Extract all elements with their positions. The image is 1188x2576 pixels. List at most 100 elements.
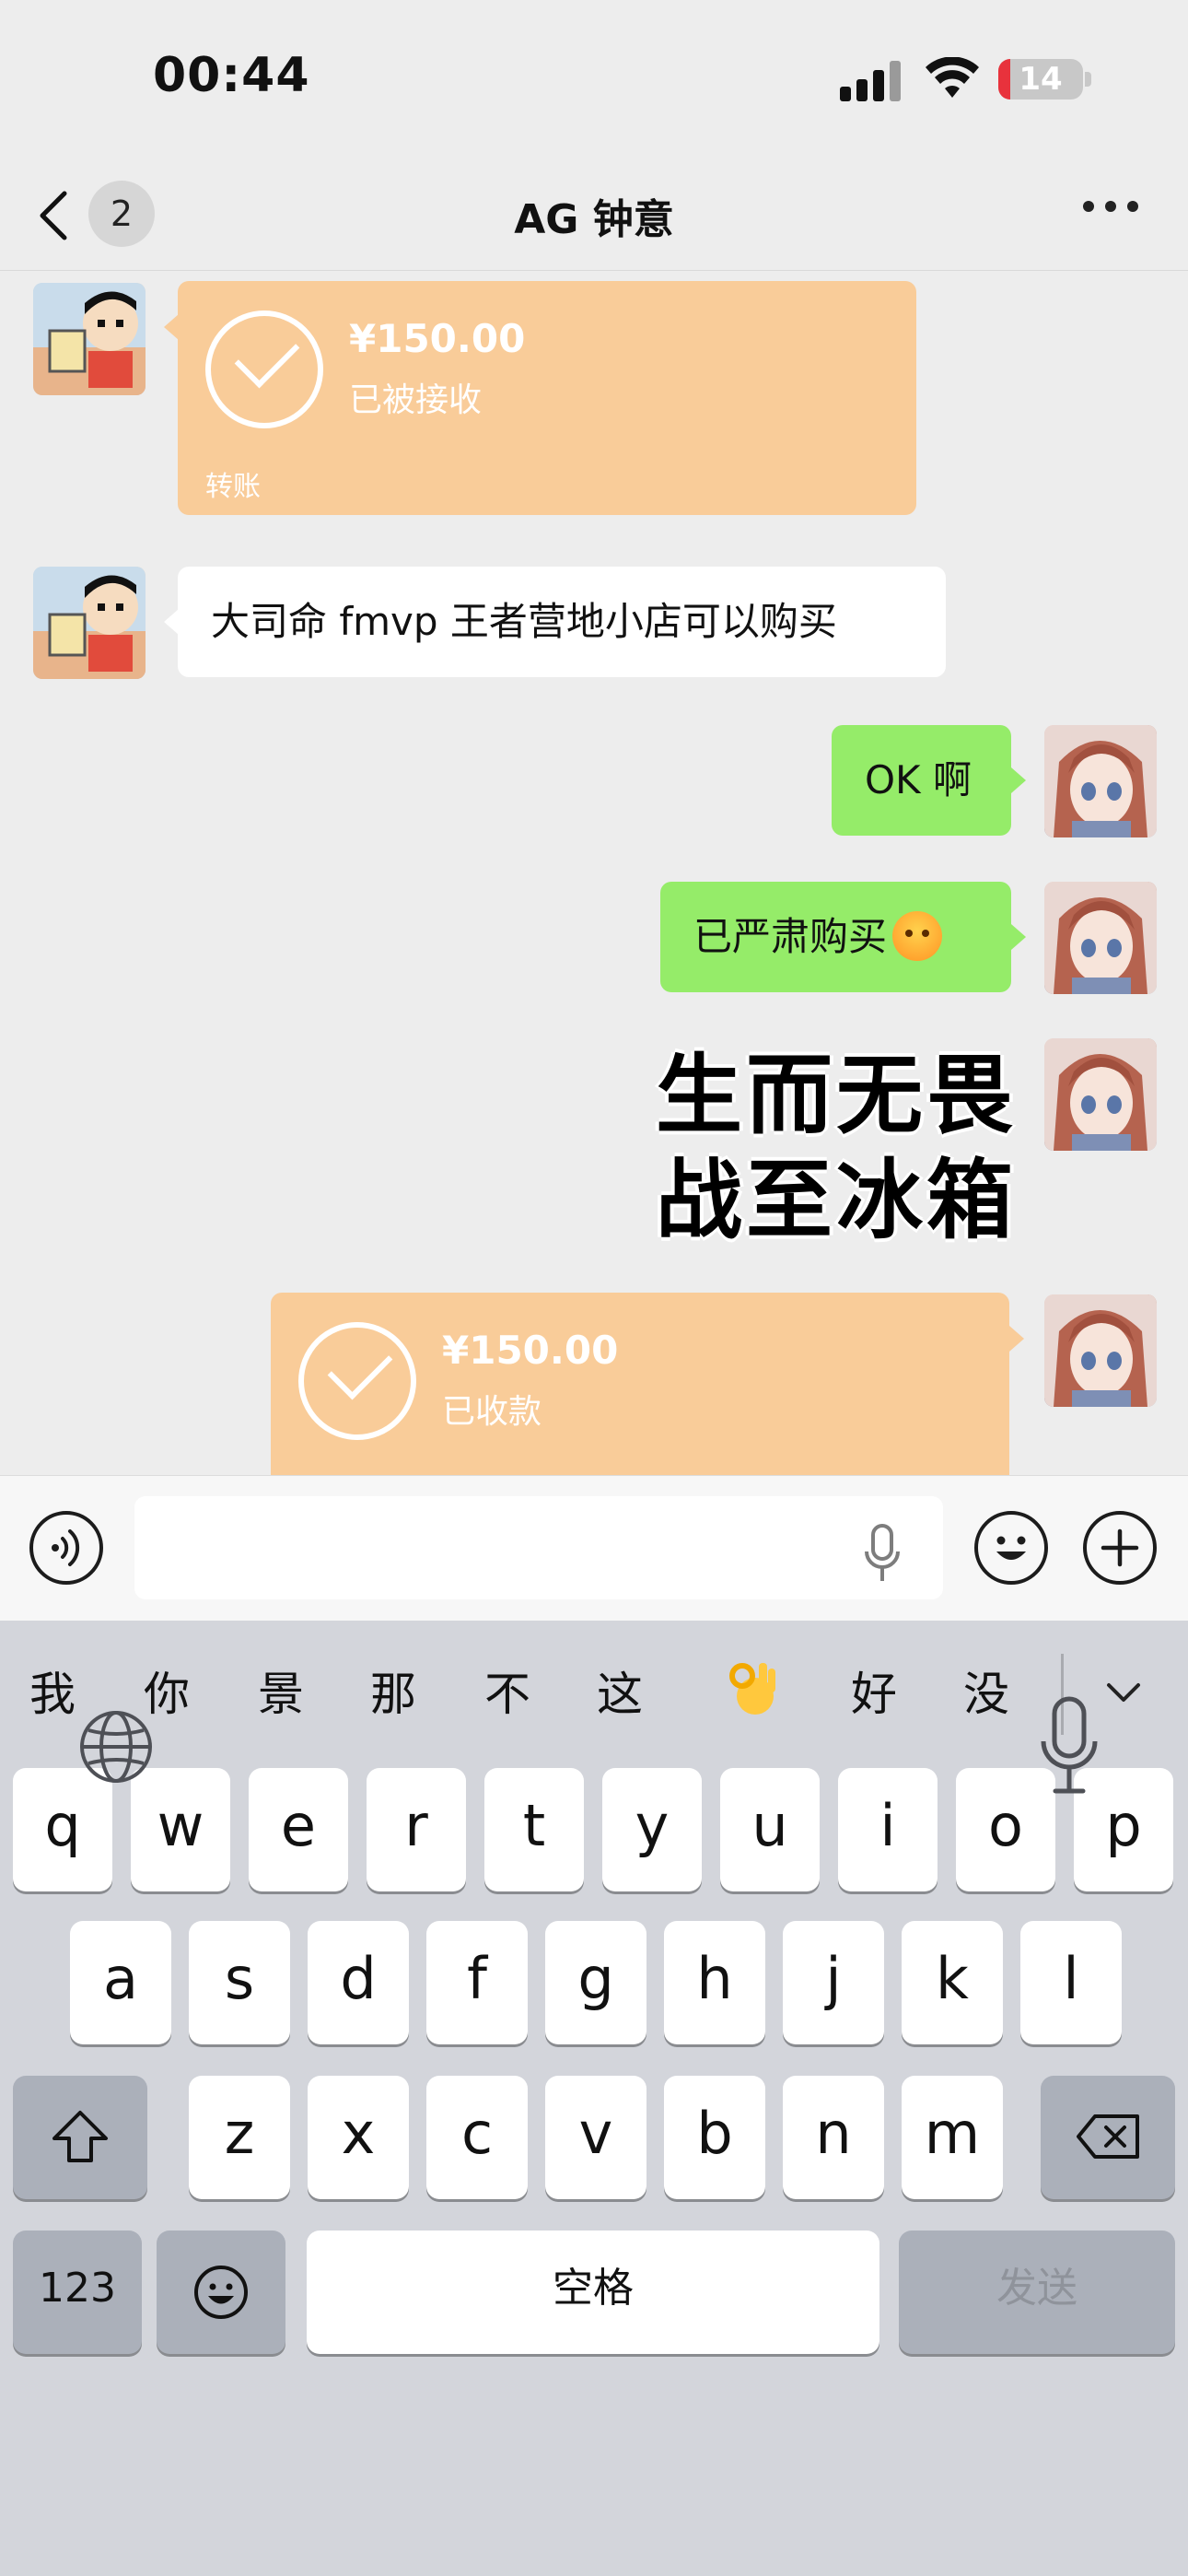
- numbers-key[interactable]: 123: [13, 2231, 142, 2354]
- smiley-icon: [996, 1536, 1026, 1560]
- avatar[interactable]: [33, 283, 146, 395]
- cellular-signal-icon: [840, 61, 903, 101]
- sticker-message[interactable]: 生而无畏 战至冰箱: [656, 1044, 1017, 1254]
- key-k[interactable]: k: [902, 1921, 1003, 2044]
- check-circle-icon: [298, 1322, 416, 1440]
- key-f[interactable]: f: [426, 1921, 528, 2044]
- message-text: 已严肃购买: [693, 914, 888, 959]
- dictation-microphone-icon[interactable]: [1039, 1695, 1100, 1797]
- message-input[interactable]: [134, 1496, 943, 1599]
- status-time: 00:44: [153, 48, 310, 103]
- voice-button[interactable]: [29, 1511, 103, 1585]
- key-y[interactable]: y: [602, 1768, 702, 1891]
- check-circle-icon: [205, 310, 323, 428]
- key-v[interactable]: v: [545, 2076, 646, 2199]
- ok-hand-emoji[interactable]: [728, 1661, 777, 1716]
- key-t[interactable]: t: [484, 1768, 584, 1891]
- avatar[interactable]: [1044, 1294, 1157, 1407]
- message-bubble[interactable]: 已严肃购买: [660, 882, 1011, 992]
- sticker-line: 生而无畏: [656, 1046, 1018, 1146]
- candidate-word[interactable]: 好: [851, 1657, 897, 1724]
- anime-girl-avatar-icon: [1044, 725, 1157, 837]
- smiley-icon: [194, 2266, 248, 2319]
- key-j[interactable]: j: [783, 1921, 884, 2044]
- key-m[interactable]: m: [902, 2076, 1003, 2199]
- avatar[interactable]: [1044, 882, 1157, 994]
- key-a[interactable]: a: [70, 1921, 171, 2044]
- key-g[interactable]: g: [545, 1921, 646, 2044]
- microphone-icon[interactable]: [864, 1524, 901, 1583]
- shift-arrow-icon: [52, 2111, 108, 2162]
- candidate-bar: 我 你 景 那 不 这 好 没: [0, 1621, 1188, 1759]
- bubble-tail: [164, 609, 179, 635]
- transfer-card[interactable]: ¥150.00 已被接收 转账: [178, 281, 916, 515]
- transfer-status: 已收款: [442, 1393, 542, 1431]
- key-x[interactable]: x: [308, 2076, 409, 2199]
- key-h[interactable]: h: [664, 1921, 765, 2044]
- candidate-word[interactable]: 景: [258, 1657, 304, 1724]
- battery-percent: 14: [1019, 61, 1063, 98]
- input-bar: [0, 1475, 1188, 1621]
- plus-button[interactable]: [1083, 1511, 1157, 1585]
- candidate-word[interactable]: 没: [963, 1657, 1009, 1724]
- transfer-amount: ¥150.00: [349, 316, 526, 361]
- candidate-word[interactable]: 这: [597, 1657, 643, 1724]
- key-b[interactable]: b: [664, 2076, 765, 2199]
- key-s[interactable]: s: [189, 1921, 290, 2044]
- candidate-word[interactable]: 不: [484, 1657, 530, 1724]
- avatar[interactable]: [33, 567, 146, 679]
- key-w[interactable]: w: [131, 1768, 230, 1891]
- bubble-tail: [1009, 1326, 1024, 1352]
- emoji-key[interactable]: [157, 2231, 285, 2354]
- avatar[interactable]: [1044, 725, 1157, 837]
- backspace-key[interactable]: [1041, 2076, 1175, 2199]
- battery-icon: 14: [998, 59, 1083, 100]
- chat-header: 2 AG 钟意: [0, 157, 1188, 271]
- emoji-button[interactable]: [974, 1511, 1048, 1585]
- space-key[interactable]: 空格: [307, 2231, 879, 2354]
- cartoon-boy-avatar-icon: [33, 567, 146, 679]
- shift-key[interactable]: [13, 2076, 147, 2199]
- anime-girl-avatar-icon: [1044, 1294, 1157, 1407]
- key-z[interactable]: z: [189, 2076, 290, 2199]
- bubble-tail: [1011, 767, 1026, 793]
- angry-face-emoji: [892, 910, 943, 961]
- status-bar: 00:44 14: [0, 0, 1188, 157]
- wifi-icon: [926, 57, 979, 98]
- chat-title: AG 钟意: [514, 196, 674, 243]
- key-u[interactable]: u: [720, 1768, 820, 1891]
- candidate-word[interactable]: 我: [29, 1657, 76, 1724]
- chevron-down-icon[interactable]: [1105, 1674, 1142, 1711]
- key-r[interactable]: r: [367, 1768, 466, 1891]
- key-c[interactable]: c: [426, 2076, 528, 2199]
- battery-cap: [1085, 72, 1091, 87]
- message-list[interactable]: ¥150.00 已被接收 转账 大司命 fmvp 王者营地小店可以购买 OK 啊: [0, 272, 1188, 1475]
- message-bubble[interactable]: OK 啊: [832, 725, 1011, 836]
- key-n[interactable]: n: [783, 2076, 884, 2199]
- transfer-amount: ¥150.00: [442, 1328, 619, 1373]
- key-i[interactable]: i: [838, 1768, 938, 1891]
- send-key[interactable]: 发送: [899, 2231, 1175, 2354]
- avatar[interactable]: [1044, 1038, 1157, 1151]
- candidate-word[interactable]: 那: [370, 1657, 416, 1724]
- transfer-status: 已被接收: [349, 381, 483, 419]
- keyboard: 我 你 景 那 不 这 好 没 q w e r t y u i o p a s …: [0, 1621, 1188, 2576]
- transfer-card[interactable]: ¥150.00 已收款: [271, 1293, 1009, 1475]
- voice-icon: [52, 1529, 80, 1566]
- key-q[interactable]: q: [13, 1768, 112, 1891]
- key-e[interactable]: e: [249, 1768, 348, 1891]
- more-button[interactable]: [1083, 201, 1138, 219]
- key-l[interactable]: l: [1020, 1921, 1122, 2044]
- bubble-tail: [1011, 924, 1026, 950]
- backspace-icon: [1077, 2114, 1139, 2159]
- plus-icon: [1101, 1528, 1139, 1567]
- globe-icon[interactable]: [77, 1708, 155, 1786]
- key-d[interactable]: d: [308, 1921, 409, 2044]
- anime-girl-avatar-icon: [1044, 882, 1157, 994]
- cartoon-boy-avatar-icon: [33, 283, 146, 395]
- bubble-tail: [164, 314, 179, 340]
- anime-girl-avatar-icon: [1044, 1038, 1157, 1151]
- transfer-label: 转账: [205, 471, 261, 503]
- ellipsis-icon: [1083, 201, 1094, 212]
- message-bubble[interactable]: 大司命 fmvp 王者营地小店可以购买: [178, 567, 946, 677]
